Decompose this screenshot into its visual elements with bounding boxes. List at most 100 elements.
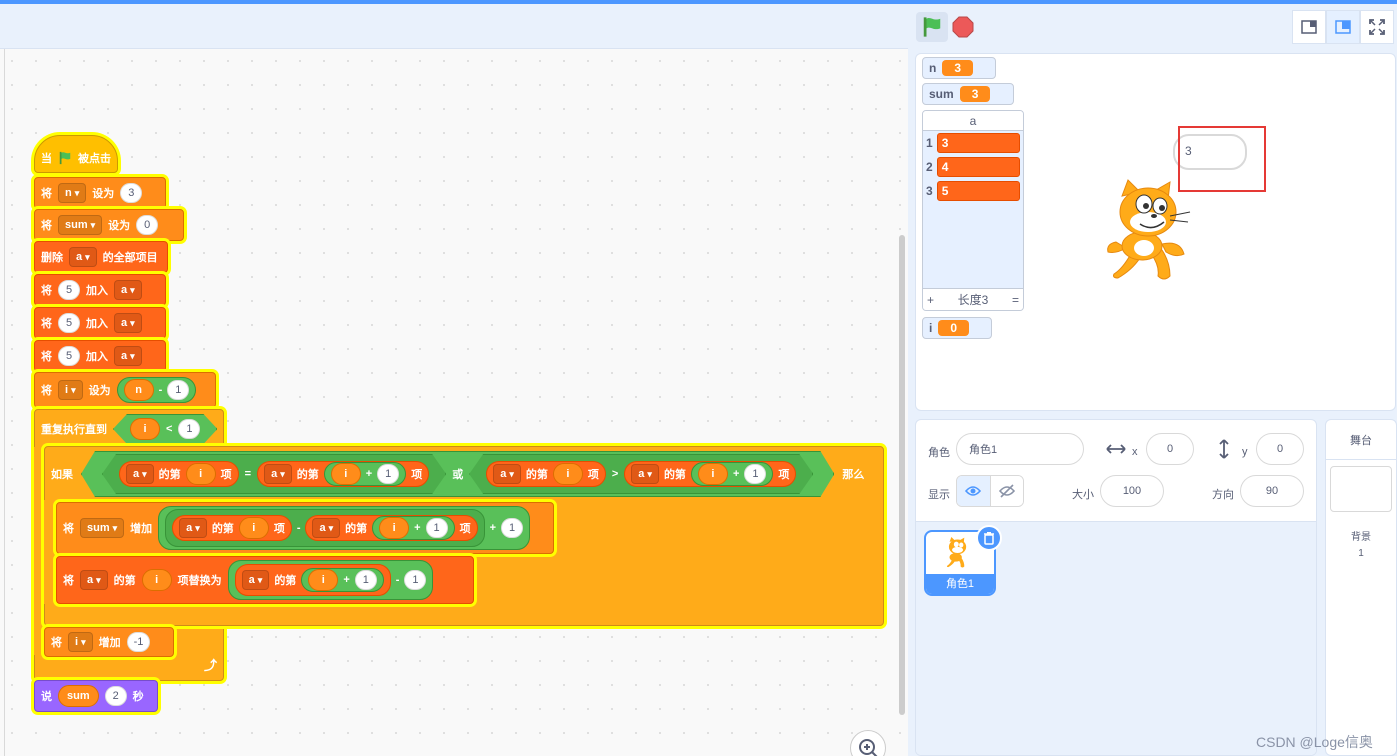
- subtract-operator[interactable]: a 的第 i + 1 - 1: [227, 560, 434, 600]
- list-dropdown-a[interactable]: a: [241, 570, 270, 590]
- variable-reporter-n[interactable]: n: [123, 379, 154, 401]
- stage-selector-panel[interactable]: 舞台 背景 1: [1325, 419, 1397, 756]
- variable-reporter-i[interactable]: i: [141, 569, 172, 591]
- green-flag-button[interactable]: [916, 12, 948, 42]
- replace-item-block[interactable]: 将 a 的第 i 项替换为 a 的第 i + 1 - 1: [56, 556, 474, 604]
- sprite-name-input[interactable]: 角色1: [956, 433, 1084, 465]
- y-input[interactable]: 0: [1256, 433, 1304, 465]
- set-n-value-input[interactable]: 3: [120, 183, 143, 203]
- list-cell[interactable]: 4: [936, 157, 1020, 177]
- normal-stage-button[interactable]: [1326, 10, 1360, 44]
- list-dropdown-a[interactable]: a: [631, 464, 659, 484]
- show-button[interactable]: [957, 476, 991, 506]
- variable-dropdown-i[interactable]: i: [68, 632, 93, 652]
- list-cell[interactable]: 5: [936, 181, 1020, 201]
- or-operator[interactable]: a 的第 i 项 = a 的第 i + 1 项 或: [81, 451, 834, 497]
- variable-reporter-i[interactable]: i: [379, 517, 410, 539]
- list-resize-handle[interactable]: =: [1012, 293, 1019, 307]
- item-of-list-reporter[interactable]: a 的第 i + 1 项: [305, 515, 478, 541]
- add-operator[interactable]: i + 1: [691, 462, 773, 486]
- equals-operator[interactable]: a 的第 i 项 = a 的第 i + 1 项: [102, 454, 446, 494]
- direction-input[interactable]: 90: [1240, 475, 1304, 507]
- size-input[interactable]: 100: [1100, 475, 1164, 507]
- add-operator[interactable]: i + 1: [324, 462, 406, 486]
- item-of-list-reporter[interactable]: a 的第 i + 1 项: [257, 461, 429, 487]
- list-dropdown-a[interactable]: a: [179, 518, 207, 538]
- subtract-value-input[interactable]: 1: [167, 380, 190, 400]
- list-dropdown-a[interactable]: a: [69, 247, 97, 267]
- greater-than-operator[interactable]: a 的第 i 项 > a 的第 i + 1 项: [469, 454, 813, 494]
- delete-sprite-button[interactable]: [976, 525, 1002, 551]
- add-value-input[interactable]: 5: [58, 346, 80, 366]
- list-dropdown-a[interactable]: a: [126, 464, 154, 484]
- subtract-operator[interactable]: a 的第 i 项 - a 的第 i + 1 项: [165, 509, 485, 547]
- add-operator[interactable]: i + 1: [301, 568, 384, 592]
- add-operator[interactable]: a 的第 i 项 - a 的第 i + 1 项 + 1: [158, 506, 531, 550]
- variable-dropdown-i[interactable]: i: [58, 380, 83, 400]
- add-value-input[interactable]: 5: [58, 313, 80, 333]
- item-of-list-reporter[interactable]: a 的第 i 项: [119, 461, 239, 487]
- variable-reporter-i[interactable]: i: [308, 569, 339, 591]
- when-flag-clicked-block[interactable]: 当 被点击: [34, 135, 118, 173]
- list-dropdown-a[interactable]: a: [114, 280, 142, 300]
- set-n-block[interactable]: 将 n 设为 3: [34, 177, 166, 209]
- subtract-value-input[interactable]: 1: [404, 570, 427, 590]
- variable-reporter-i[interactable]: i: [331, 463, 361, 485]
- set-i-block[interactable]: 将 i 设为 n - 1: [34, 372, 216, 408]
- add-to-list-block-3[interactable]: 将 5 加入 a: [34, 340, 166, 372]
- variable-reporter-sum[interactable]: sum: [58, 685, 99, 707]
- delete-all-block[interactable]: 删除 a 的全部项目: [34, 241, 168, 273]
- less-than-operator[interactable]: i < 1: [113, 414, 217, 444]
- add-value-input[interactable]: 5: [58, 280, 80, 300]
- add-value-input[interactable]: 1: [425, 518, 448, 538]
- list-dropdown-a[interactable]: a: [312, 518, 341, 538]
- variable-dropdown-sum[interactable]: sum: [58, 215, 103, 235]
- set-sum-value-input[interactable]: 0: [136, 215, 159, 235]
- list-dropdown-a[interactable]: a: [264, 464, 292, 484]
- variable-reporter-i[interactable]: i: [698, 463, 728, 485]
- item-of-list-reporter[interactable]: a 的第 i 项: [486, 461, 606, 487]
- add-operator[interactable]: i + 1: [372, 516, 455, 540]
- fullscreen-button[interactable]: [1360, 10, 1394, 44]
- backdrop-thumbnail[interactable]: [1330, 466, 1392, 512]
- variable-reporter-i[interactable]: i: [238, 517, 269, 539]
- change-label: 将: [51, 637, 62, 649]
- list-cell[interactable]: 3: [936, 133, 1020, 153]
- item-of-list-reporter[interactable]: a 的第 i + 1: [234, 564, 391, 596]
- list-dropdown-a[interactable]: a: [114, 313, 142, 333]
- item-of-list-reporter[interactable]: a 的第 i + 1 项: [624, 461, 796, 487]
- variable-dropdown-n[interactable]: n: [58, 183, 87, 203]
- variable-reporter-i[interactable]: i: [186, 463, 216, 485]
- x-input[interactable]: 0: [1146, 433, 1194, 465]
- variable-reporter-i[interactable]: i: [553, 463, 583, 485]
- add-value-input[interactable]: 1: [354, 570, 377, 590]
- say-secs-input[interactable]: 2: [104, 686, 127, 706]
- variable-dropdown-sum[interactable]: sum: [80, 518, 125, 538]
- add-to-list-block-1[interactable]: 将 5 加入 a: [34, 274, 166, 306]
- change-value-input[interactable]: -1: [126, 632, 151, 652]
- variable-reporter-i[interactable]: i: [130, 418, 160, 440]
- workspace-scrollbar[interactable]: [899, 235, 905, 715]
- set-sum-block[interactable]: 将 sum 设为 0: [34, 209, 184, 241]
- zoom-in-button[interactable]: [850, 730, 886, 756]
- item-of-list-reporter[interactable]: a 的第 i 项: [172, 515, 292, 541]
- add-to-list-block-2[interactable]: 将 5 加入 a: [34, 307, 166, 339]
- list-add-button[interactable]: +: [927, 293, 934, 307]
- change-i-block[interactable]: 将 i 增加 -1: [44, 627, 174, 657]
- list-dropdown-a[interactable]: a: [114, 346, 142, 366]
- cat-sprite[interactable]: [1104, 178, 1208, 286]
- change-sum-block[interactable]: 将 sum 增加 a 的第 i 项 - a 的第 i + 1: [56, 502, 554, 554]
- stop-button[interactable]: [951, 15, 975, 39]
- subtract-operator[interactable]: n - 1: [116, 377, 197, 403]
- zoom-in-icon: [859, 739, 878, 756]
- small-stage-button[interactable]: [1292, 10, 1326, 44]
- compare-value-input[interactable]: 1: [178, 419, 200, 439]
- say-for-secs-block[interactable]: 说 sum 2 秒: [34, 680, 158, 712]
- list-dropdown-a[interactable]: a: [80, 570, 108, 590]
- add-value-input[interactable]: 1: [377, 464, 399, 484]
- hide-button[interactable]: [990, 476, 1023, 506]
- stage[interactable]: n 3 sum 3 a 1 3 2 4 3 5 + 长度3 = i 0 3: [915, 53, 1396, 411]
- list-dropdown-a[interactable]: a: [493, 464, 521, 484]
- add-value-input[interactable]: 1: [501, 518, 524, 538]
- add-value-input[interactable]: 1: [744, 464, 766, 484]
